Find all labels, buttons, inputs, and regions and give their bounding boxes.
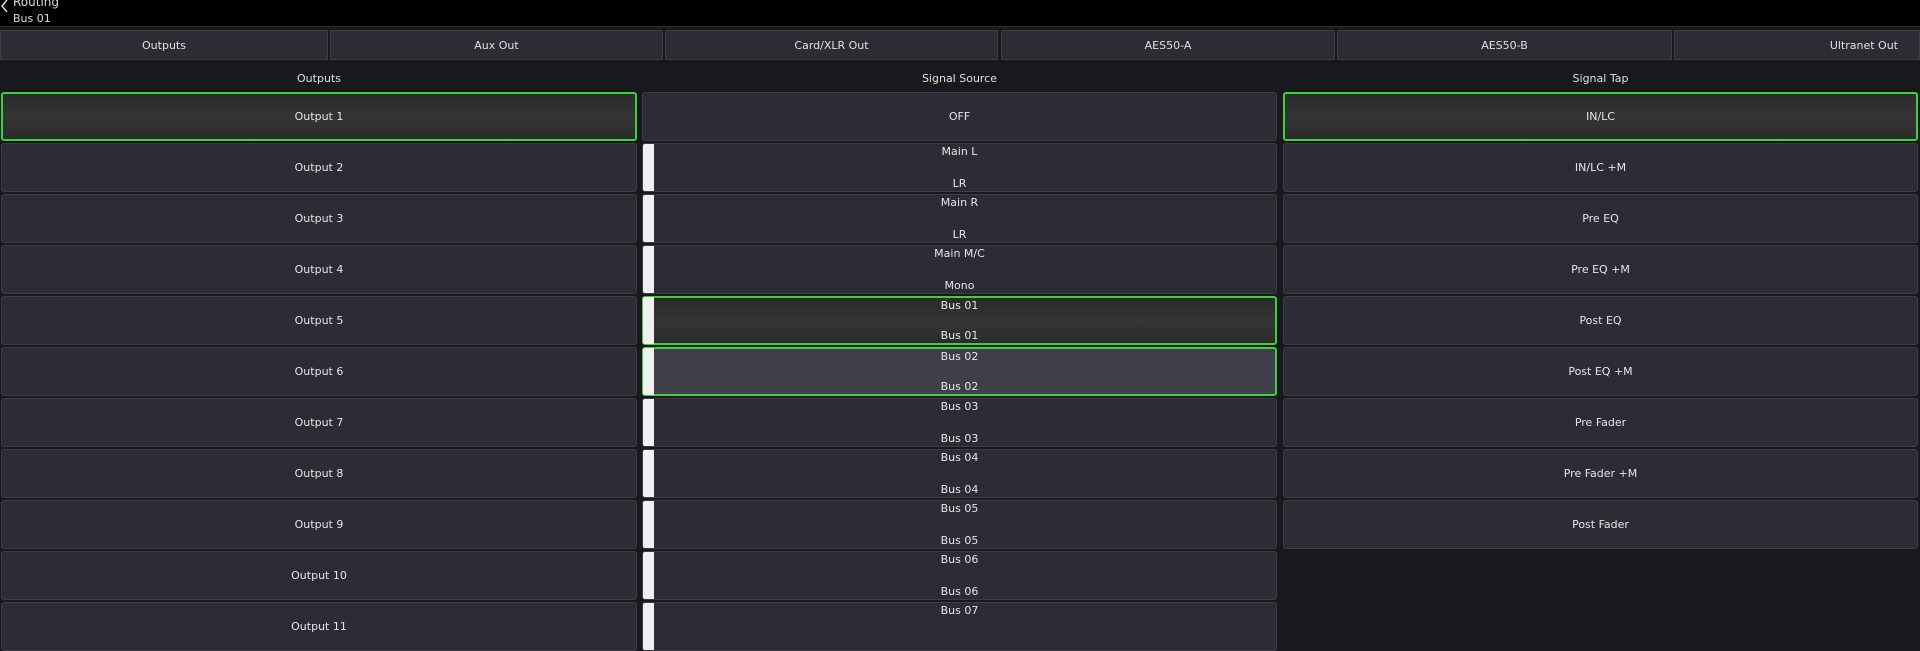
tab-card-xlr-out[interactable]: Card/XLR Out: [665, 30, 998, 60]
output-button-label: Output 3: [294, 212, 344, 225]
signal-source-column-header: Signal Source: [921, 72, 998, 85]
output-button-output-10[interactable]: Output 10: [1, 551, 637, 600]
output-button-output-4[interactable]: Output 4: [1, 245, 637, 294]
outputs-column-header: Outputs: [297, 72, 341, 85]
tap-button-label: Pre Fader +M: [1563, 467, 1638, 480]
output-button-output-8[interactable]: Output 8: [1, 449, 637, 498]
tab-bar: Outputs Aux Out Card/XLR Out AES50-A AES…: [0, 30, 1920, 61]
source-name: Main M/C: [934, 247, 985, 260]
source-button-bus-04[interactable]: Bus 04 Bus 04: [642, 449, 1277, 498]
output-button-output-7[interactable]: Output 7: [1, 398, 637, 447]
source-name: Bus 04: [940, 451, 979, 464]
source-group: LR: [952, 177, 967, 190]
tap-button-pre-eq-m[interactable]: Pre EQ +M: [1283, 245, 1918, 294]
title-bar: Routing Bus 01: [0, 0, 1920, 27]
source-button-bus-07[interactable]: Bus 07: [642, 602, 1277, 651]
source-group: Bus 01: [940, 329, 979, 342]
source-button-off[interactable]: OFF: [642, 92, 1277, 141]
tap-button-post-eq-m[interactable]: Post EQ +M: [1283, 347, 1918, 396]
tap-button-label: IN/LC: [1586, 110, 1615, 123]
output-button-label: Output 8: [294, 467, 344, 480]
source-name: Bus 02: [940, 350, 979, 363]
source-button-bus-03[interactable]: Bus 03 Bus 03: [642, 398, 1277, 447]
outputs-list: Output 1 Output 2 Output 3 Output 4 Output 5…: [1, 92, 637, 651]
tap-button-pre-fader[interactable]: Pre Fader: [1283, 398, 1918, 447]
output-button-label: Output 2: [294, 161, 344, 174]
source-button-main-l[interactable]: Main L LR: [642, 143, 1277, 192]
output-button-output-5[interactable]: Output 5: [1, 296, 637, 345]
page-subtitle: Bus 01: [13, 12, 51, 25]
page-title: Routing: [13, 0, 60, 9]
source-name: Bus 01: [940, 299, 979, 312]
tap-button-post-fader[interactable]: Post Fader: [1283, 500, 1918, 549]
tab-aes50-b[interactable]: AES50-B: [1337, 30, 1672, 60]
output-button-label: Output 11: [291, 620, 347, 633]
output-button-label: Output 1: [294, 110, 344, 123]
source-button-main-m-c[interactable]: Main M/C Mono: [642, 245, 1277, 294]
back-chevron-icon[interactable]: [0, 0, 10, 13]
tab-aes50-a[interactable]: AES50-A: [1001, 30, 1335, 60]
source-group: Mono: [944, 279, 975, 292]
tab-outputs[interactable]: Outputs: [0, 30, 328, 60]
tap-button-in-lc-m[interactable]: IN/LC +M: [1283, 143, 1918, 192]
tap-button-label: Pre EQ: [1582, 212, 1619, 225]
tap-button-pre-fader-m[interactable]: Pre Fader +M: [1283, 449, 1918, 498]
output-button-label: Output 5: [294, 314, 344, 327]
tap-button-pre-eq[interactable]: Pre EQ: [1283, 194, 1918, 243]
tap-button-label: Pre EQ +M: [1571, 263, 1630, 276]
source-group: Bus 02: [940, 380, 979, 393]
tap-button-label: Post EQ +M: [1568, 365, 1633, 378]
source-group: Bus 06: [940, 585, 979, 598]
tap-button-label: IN/LC +M: [1574, 161, 1627, 174]
source-group: LR: [952, 228, 967, 241]
source-button-bus-01[interactable]: Bus 01 Bus 01: [642, 296, 1277, 345]
tab-aux-out[interactable]: Aux Out: [330, 30, 663, 60]
tap-button-label: Post Fader: [1572, 518, 1629, 531]
output-button-label: Output 4: [294, 263, 344, 276]
output-button-label: Output 10: [291, 569, 347, 582]
source-name: Bus 06: [940, 553, 979, 566]
source-name: Bus 07: [940, 604, 979, 617]
tap-button-label: Post EQ: [1579, 314, 1622, 327]
output-button-output-11[interactable]: Output 11: [1, 602, 637, 651]
output-button-output-1[interactable]: Output 1: [1, 92, 637, 141]
output-button-output-9[interactable]: Output 9: [1, 500, 637, 549]
tap-button-post-eq[interactable]: Post EQ: [1283, 296, 1918, 345]
tab-ultranet-out[interactable]: Ultranet Out: [1674, 30, 1920, 60]
source-group: Bus 05: [940, 534, 979, 547]
signal-tap-list: IN/LC IN/LC +M Pre EQ Pre EQ +M Post EQ Post …: [1283, 92, 1918, 552]
signal-tap-column-header: Signal Tap: [1572, 72, 1629, 85]
output-button-label: Output 9: [294, 518, 344, 531]
output-button-label: Output 6: [294, 365, 344, 378]
source-button-label: OFF: [948, 110, 971, 123]
output-button-output-2[interactable]: Output 2: [1, 143, 637, 192]
source-button-main-r[interactable]: Main R LR: [642, 194, 1277, 243]
source-name: Bus 05: [940, 502, 979, 515]
source-button-bus-05[interactable]: Bus 05 Bus 05: [642, 500, 1277, 549]
source-name: Bus 03: [940, 400, 979, 413]
signal-source-list: OFF Main L LR Main R LR Main M/C Mono Bus 01 Bus…: [642, 92, 1277, 651]
source-name: Main R: [940, 196, 979, 209]
source-group: Bus 03: [940, 432, 979, 445]
source-button-bus-06[interactable]: Bus 06 Bus 06: [642, 551, 1277, 600]
source-group: Bus 04: [940, 483, 979, 496]
tap-button-label: Pre Fader: [1574, 416, 1627, 429]
source-button-bus-02[interactable]: Bus 02 Bus 02: [642, 347, 1277, 396]
tap-button-in-lc[interactable]: IN/LC: [1283, 92, 1918, 141]
output-button-label: Output 7: [294, 416, 344, 429]
output-button-output-6[interactable]: Output 6: [1, 347, 637, 396]
source-name: Main L: [941, 145, 978, 158]
output-button-output-3[interactable]: Output 3: [1, 194, 637, 243]
